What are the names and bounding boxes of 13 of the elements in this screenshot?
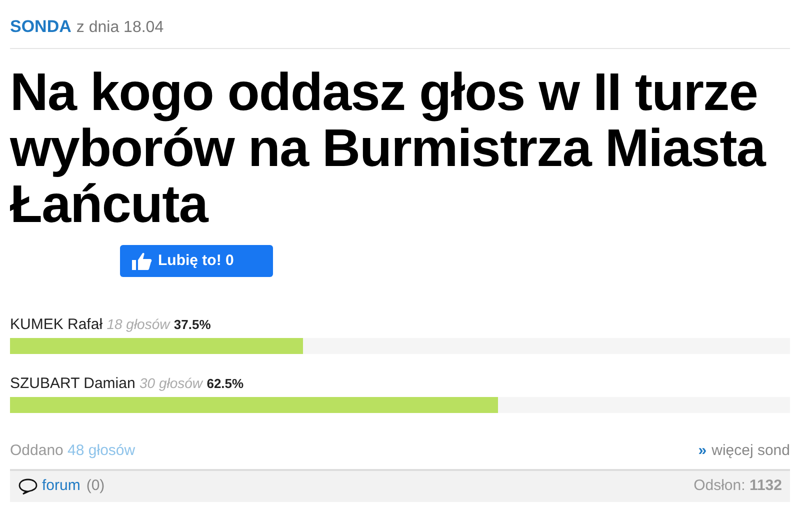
speech-bubble-icon <box>18 478 38 494</box>
poll-title: Na kogo oddasz głos w II turze wyborów na Burmistrza Miasta Łańcuta <box>10 65 767 233</box>
more-polls-link[interactable]: » więcej sond <box>698 440 790 462</box>
view-count: Odsłon: 1132 <box>694 476 782 496</box>
forum-count: (0) <box>86 476 105 496</box>
candidate-result: KUMEK Rafał 18 głosów 37.5% <box>10 315 212 334</box>
forum-link[interactable]: forum <box>42 474 80 498</box>
thumbs-up-icon <box>132 252 152 270</box>
candidate-result: SZUBART Damian 30 głosów 62.5% <box>10 374 245 393</box>
votes-total: Oddano 48 głosów <box>10 441 136 461</box>
poll-date: z dnia 18.04 <box>76 18 164 38</box>
section-label: SONDA <box>10 16 72 38</box>
like-button[interactable]: Lubię to! 0 <box>120 245 273 277</box>
